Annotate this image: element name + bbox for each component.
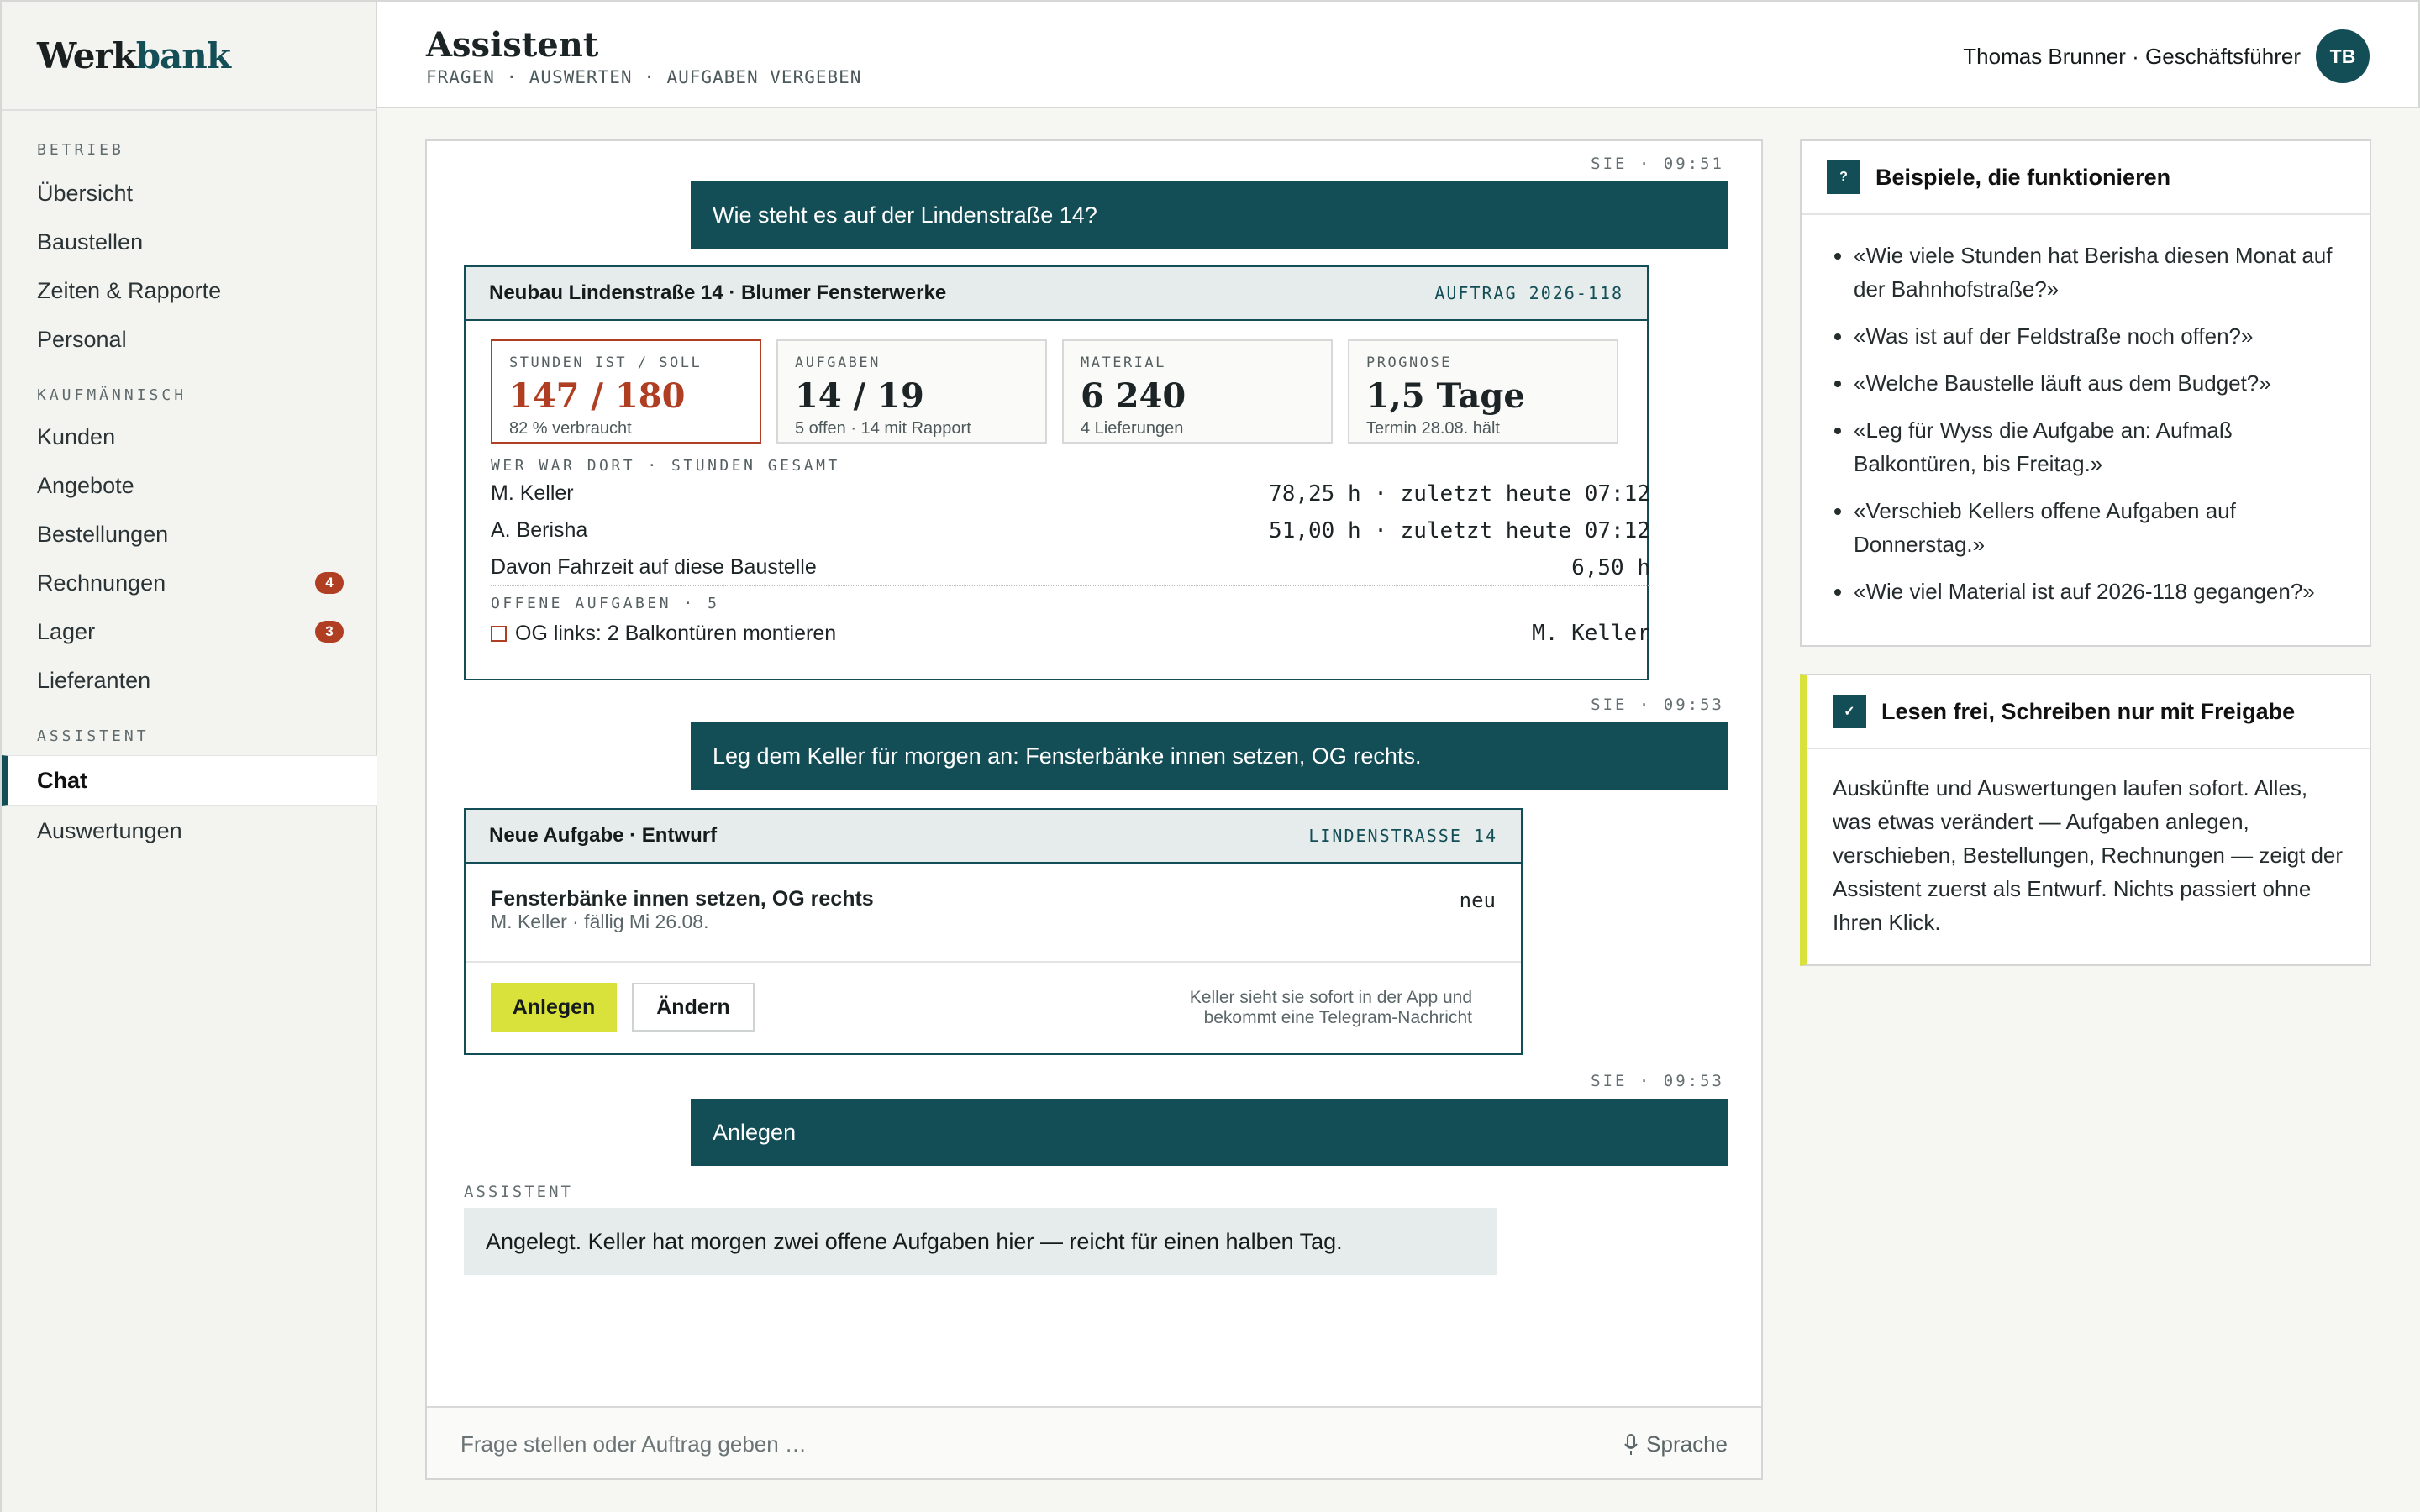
site-reference[interactable]: LINDENSTRASSE 14: [1308, 826, 1497, 846]
page-subtitle: FRAGEN · AUSWERTEN · AUFGABEN VERGEBEN: [426, 67, 862, 87]
stat-material: MATERIAL 6 240 4 Lieferungen: [1062, 339, 1333, 444]
rechnungen-count-badge: 4: [315, 572, 344, 594]
example-prompt[interactable]: «Leg für Wyss die Aufgabe an: Aufmaß Bal…: [1854, 413, 2344, 480]
example-prompt[interactable]: «Was ist auf der Feldstraße noch offen?»: [1854, 319, 2344, 353]
voice-input-button[interactable]: Sprache: [1624, 1431, 1728, 1457]
example-prompt[interactable]: «Welche Baustelle läuft aus dem Budget?»: [1854, 366, 2344, 400]
sidebar-item-rechnungen[interactable]: Rechnungen 4: [2, 559, 377, 606]
sidebar-item-personal[interactable]: Personal: [2, 316, 377, 363]
chat-panel: SIE · 09:51 Wie steht es auf der Lindens…: [425, 139, 1763, 1480]
card-divider: [466, 961, 1521, 963]
user-name[interactable]: Thomas Brunner · Geschäftsführer: [1963, 44, 2301, 70]
message-input[interactable]: Frage stellen oder Auftrag geben …: [460, 1431, 807, 1457]
edit-task-button[interactable]: Ändern: [632, 983, 755, 1032]
examples-panel: ? Beispiele, die funktionieren «Wie viel…: [1800, 139, 2371, 647]
sidebar-item-angebote[interactable]: Angebote: [2, 462, 377, 509]
lager-count-badge: 3: [315, 621, 344, 643]
checkbox-icon[interactable]: [491, 625, 507, 642]
sidebar-item-uebersicht[interactable]: Übersicht: [2, 170, 377, 217]
assistant-message: Angelegt. Keller hat morgen zwei offene …: [464, 1208, 1497, 1275]
sidebar-divider: [2, 109, 377, 111]
sidebar-item-lager[interactable]: Lager 3: [2, 608, 377, 655]
example-prompt[interactable]: «Wie viele Stunden hat Berisha diesen Mo…: [1854, 239, 2344, 306]
sidebar-item-kunden[interactable]: Kunden: [2, 413, 377, 460]
order-reference[interactable]: AUFTRAG 2026-118: [1434, 283, 1623, 303]
write-policy-panel: ✓ Lesen frei, Schreiben nur mit Freigabe…: [1800, 674, 2371, 966]
assistant-label: ASSISTENT: [464, 1183, 573, 1201]
check-icon: ✓: [1833, 695, 1866, 728]
task-card-header: Neue Aufgabe · Entwurf LINDENSTRASSE 14: [466, 810, 1521, 864]
site-status-card: Neubau Lindenstraße 14 · Blumer Fensterw…: [464, 265, 1650, 680]
avatar[interactable]: TB: [2316, 29, 2370, 83]
site-card-title: Neubau Lindenstraße 14 · Blumer Fensterw…: [489, 281, 947, 304]
sidebar-section-betrieb: BETRIEB: [37, 141, 124, 159]
message-timestamp: SIE · 09:53: [1591, 1072, 1724, 1090]
task-card-title: Neue Aufgabe · Entwurf: [489, 824, 718, 847]
question-icon: ?: [1827, 160, 1860, 194]
sidebar-item-chat[interactable]: Chat: [2, 755, 377, 806]
stat-hours: STUNDEN IST / SOLL 147 / 180 82 % verbra…: [491, 339, 761, 444]
sidebar-item-baustellen[interactable]: Baustellen: [2, 218, 377, 265]
page-header: Assistent FRAGEN · AUSWERTEN · AUFGABEN …: [377, 0, 2420, 108]
microphone-icon: [1624, 1433, 1638, 1456]
user-message: Wie steht es auf der Lindenstraße 14?: [691, 181, 1728, 249]
sidebar-item-lieferanten[interactable]: Lieferanten: [2, 657, 377, 704]
sidebar: Werkbank BETRIEB Übersicht Baustellen Ze…: [0, 0, 377, 1512]
stat-forecast: PROGNOSE 1,5 Tage Termin 28.08. hält: [1348, 339, 1618, 444]
task-hint: Keller sieht sie sofort in der App und b…: [1189, 988, 1472, 1027]
task-title: Fensterbänke innen setzen, OG rechts: [491, 887, 874, 911]
task-meta: M. Keller · fällig Mi 26.08.: [491, 911, 709, 932]
worker-row: A. Berisha 51,00 h · zuletzt heute 07:12: [491, 512, 1650, 549]
example-prompt[interactable]: «Verschieb Kellers offene Aufgaben auf D…: [1854, 494, 2344, 561]
site-card-header: Neubau Lindenstraße 14 · Blumer Fensterw…: [466, 267, 1647, 321]
task-draft-card: Neue Aufgabe · Entwurf LINDENSTRASSE 14 …: [464, 808, 1523, 1055]
page-title: Assistent: [426, 25, 599, 65]
message-timestamp: SIE · 09:53: [1591, 696, 1724, 714]
policy-header: ✓ Lesen frei, Schreiben nur mit Freigabe: [1807, 675, 2370, 749]
sidebar-item-zeiten-rapporte[interactable]: Zeiten & Rapporte: [2, 267, 377, 314]
travel-time-row: Davon Fahrzeit auf diese Baustelle 6,50 h: [491, 549, 1650, 586]
user-message: Leg dem Keller für morgen an: Fensterbän…: [691, 722, 1728, 790]
open-tasks-caption: OFFENE AUFGABEN · 5: [491, 595, 720, 612]
message-timestamp: SIE · 09:51: [1591, 155, 1724, 173]
sidebar-section-assistent: ASSISTENT: [37, 727, 150, 745]
composer: Frage stellen oder Auftrag geben … Sprac…: [427, 1406, 1761, 1478]
app-logo[interactable]: Werkbank: [37, 35, 231, 76]
sidebar-item-auswertungen[interactable]: Auswertungen: [2, 807, 377, 854]
open-task-row[interactable]: OG links: 2 Balkontüren montieren M. Kel…: [491, 615, 1650, 652]
sidebar-section-kaufmaennisch: KAUFMÄNNISCH: [37, 386, 187, 404]
example-prompt[interactable]: «Wie viel Material ist auf 2026-118 gega…: [1854, 575, 2344, 608]
examples-header: ? Beispiele, die funktionieren: [1802, 141, 2370, 215]
who-caption: WER WAR DORT · STUNDEN GESAMT: [491, 457, 840, 475]
create-task-button[interactable]: Anlegen: [491, 983, 617, 1032]
task-status: neu: [1459, 889, 1496, 912]
sidebar-item-bestellungen[interactable]: Bestellungen: [2, 511, 377, 558]
user-message: Anlegen: [691, 1099, 1728, 1166]
examples-list: «Wie viele Stunden hat Berisha diesen Mo…: [1802, 215, 2370, 638]
stat-tasks: AUFGABEN 14 / 19 5 offen · 14 mit Rappor…: [776, 339, 1047, 444]
worker-row: M. Keller 78,25 h · zuletzt heute 07:12: [491, 475, 1650, 512]
policy-text: Auskünfte und Auswertungen laufen sofort…: [1833, 775, 2344, 935]
